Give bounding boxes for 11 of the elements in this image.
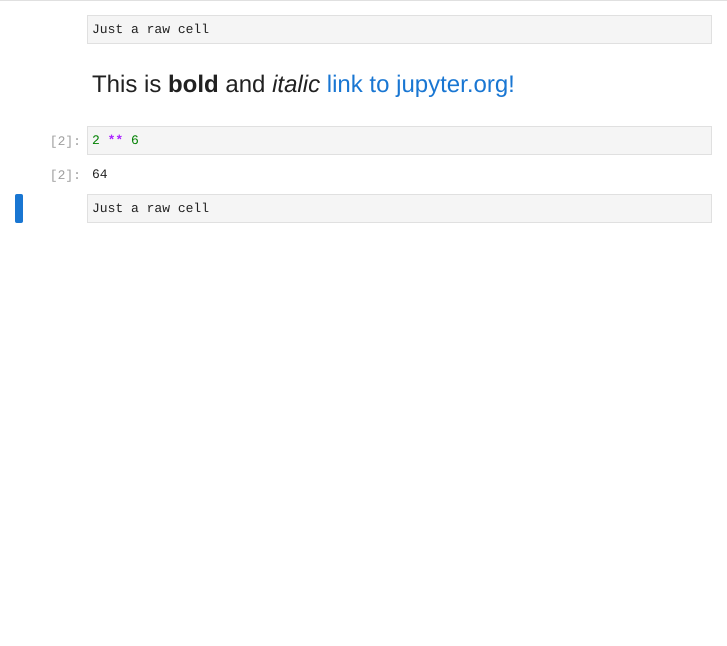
code-cell-editor[interactable]: 2 ** 6 — [87, 126, 712, 155]
code-token: ** — [108, 132, 124, 148]
cell-prompt: [2]: — [50, 167, 81, 185]
markdown-heading: This is bold and italic — [92, 70, 320, 100]
code-token: 6 — [131, 132, 139, 148]
jupyter-link[interactable]: link to jupyter.org! — [326, 67, 515, 103]
raw-cell-editor[interactable]: Just a raw cell — [87, 194, 712, 223]
code-token: 2 — [92, 132, 100, 148]
cell-prompt: [2]: — [50, 133, 81, 151]
cell-output: 64 — [92, 166, 108, 184]
raw-cell-editor[interactable]: Just a raw cell — [87, 15, 712, 44]
